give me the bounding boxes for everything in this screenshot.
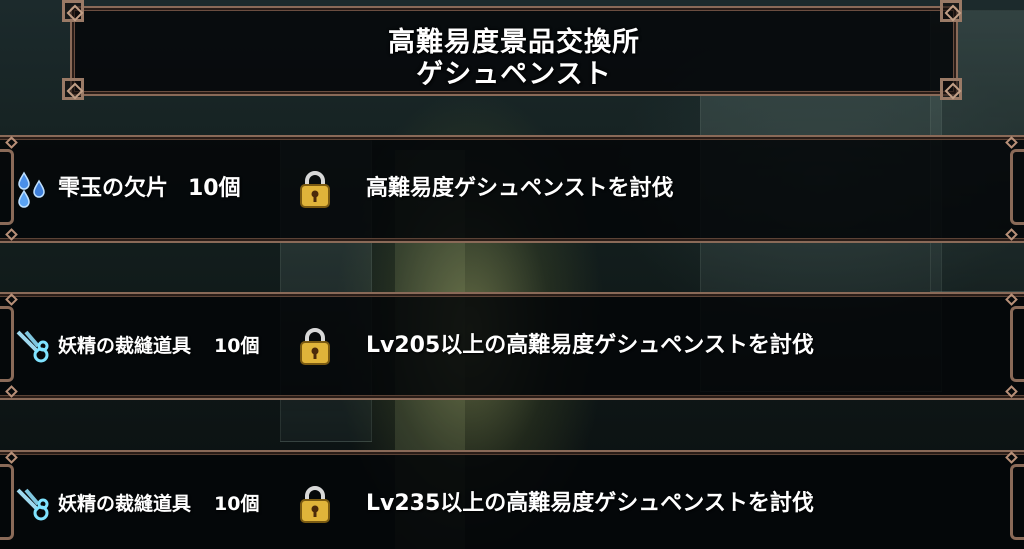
title-panel: 高難易度景品交換所 ゲシュペンスト (70, 6, 958, 96)
reward-row[interactable]: 妖精の裁縫道具 10個 Lv235以上の高難易度ゲシュペンストを討伐 (0, 450, 1024, 549)
lock-icon (300, 171, 330, 208)
unlock-condition: Lv235以上の高難易度ゲシュペンストを討伐 (366, 491, 814, 516)
title-corner-ornament (62, 0, 84, 22)
item-quantity: 10個 (214, 335, 260, 357)
row-corner-ornament (1004, 384, 1020, 400)
lock-icon (300, 328, 330, 365)
sewing-scissors-icon (16, 330, 49, 363)
lock-icon (300, 486, 330, 523)
title-corner-ornament (940, 78, 962, 100)
title-corner-ornament (62, 78, 84, 100)
row-corner-ornament (1004, 227, 1020, 243)
unlock-condition: 高難易度ゲシュペンストを討伐 (366, 176, 674, 201)
row-corner-ornament (4, 384, 20, 400)
row-corner-ornament (1004, 450, 1020, 466)
reward-row[interactable]: 雫玉の欠片 10個 高難易度ゲシュペンストを討伐 (0, 135, 1024, 243)
row-frame-end (1010, 149, 1024, 225)
row-corner-ornament (4, 292, 20, 308)
row-corner-ornament (4, 227, 20, 243)
row-corner-ornament (1004, 135, 1020, 151)
row-corner-ornament (1004, 292, 1020, 308)
item-name: 雫玉の欠片 (58, 176, 169, 201)
sewing-scissors-icon (16, 488, 49, 521)
item-name: 妖精の裁縫道具 (58, 493, 192, 515)
item-quantity: 10個 (188, 176, 241, 201)
row-frame-end (1010, 306, 1024, 382)
row-frame-end (1010, 464, 1024, 540)
row-corner-ornament (4, 450, 20, 466)
row-corner-ornament (4, 135, 20, 151)
water-drops-icon (18, 171, 45, 208)
game-screen: 高難易度景品交換所 ゲシュペンスト 雫玉の欠片 10個 高難易度ゲシュペンストを… (0, 0, 1024, 549)
item-quantity: 10個 (214, 493, 260, 515)
item-name: 妖精の裁縫道具 (58, 335, 192, 357)
reward-row[interactable]: 妖精の裁縫道具 10個 Lv205以上の高難易度ゲシュペンストを討伐 (0, 292, 1024, 400)
page-subtitle: ゲシュペンスト (416, 59, 612, 90)
title-corner-ornament (940, 0, 962, 22)
unlock-condition: Lv205以上の高難易度ゲシュペンストを討伐 (366, 333, 814, 358)
